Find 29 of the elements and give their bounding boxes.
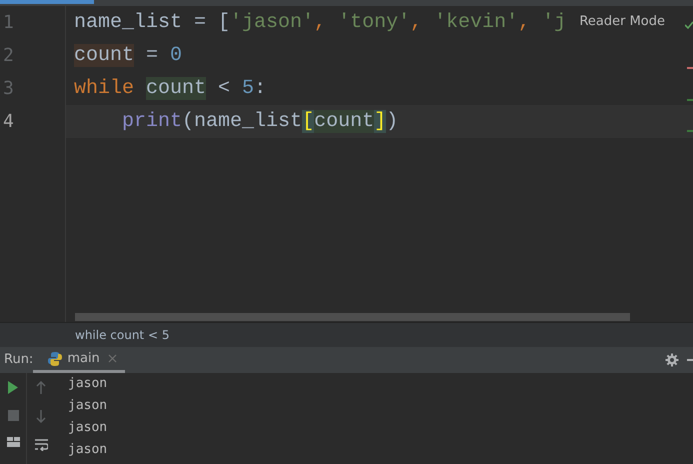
run-button[interactable] [7,381,19,394]
line-number: 1 [2,11,15,35]
close-icon[interactable] [108,354,117,363]
change-marker [687,130,693,132]
run-tab[interactable]: main [33,347,125,373]
settings-icon[interactable] [665,353,679,367]
line-number: 2 [2,44,15,68]
scroll-up-button[interactable] [36,381,46,394]
check-icon [685,20,693,30]
code-line: print(name_list[count]) [121,109,398,135]
stop-button[interactable] [8,410,18,421]
change-marker [687,99,693,101]
breadcrumb[interactable]: while count < 5 [75,328,170,342]
horizontal-scrollbar[interactable] [75,313,630,321]
code-line: count = 0 [73,43,182,69]
output-line: jason [68,397,108,415]
output-line: jason [68,375,108,393]
code-line: name_list = ['jason', 'tony', 'kevin', 'j [73,10,566,36]
output-line: jason [68,419,108,437]
line-number: 4 [2,110,15,134]
scroll-down-button[interactable] [36,410,46,423]
line-number: 3 [2,77,15,101]
code-line: while count < 5: [73,76,266,102]
python-icon [47,350,64,366]
soft-wrap-button[interactable] [34,439,48,451]
change-marker [687,67,693,69]
output-line: jason [68,441,108,459]
layout-button[interactable] [6,437,20,447]
run-label: Run: [3,351,34,370]
